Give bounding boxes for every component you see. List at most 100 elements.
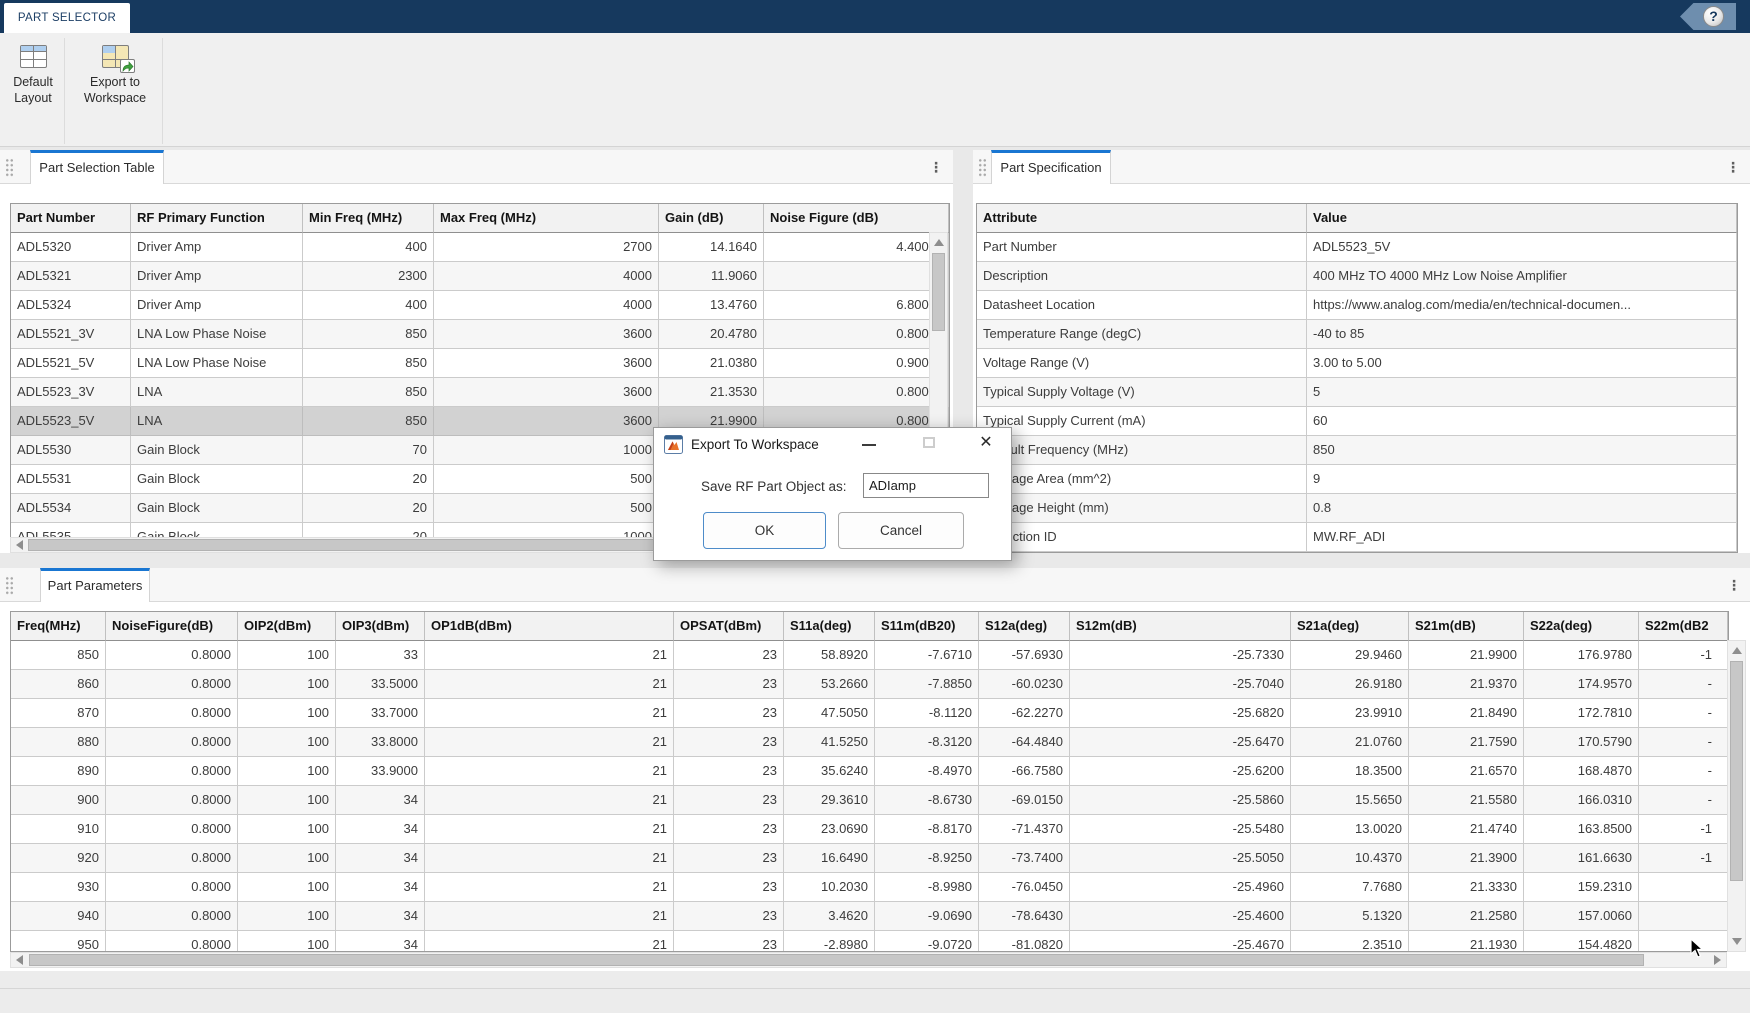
cell: 20 — [303, 494, 434, 523]
cell: -8.4970 — [875, 757, 979, 786]
table-row[interactable]: Temperature Range (degC)-40 to 85 — [977, 320, 1737, 349]
cell: 21.9900 — [1409, 641, 1524, 670]
cell: -7.8850 — [875, 670, 979, 699]
table-row[interactable]: 9200.800010034212316.6490-8.9250-73.7400… — [11, 844, 1728, 873]
table-row[interactable]: 9400.80001003421233.4620-9.0690-78.6430-… — [11, 902, 1728, 931]
table-row[interactable]: Description400 MHz TO 4000 MHz Low Noise… — [977, 262, 1737, 291]
default-layout-icon — [20, 45, 47, 68]
cell: 3.00 to 5.00 — [1307, 349, 1737, 378]
default-layout-button[interactable]: Default Layout — [4, 37, 62, 129]
table-row[interactable]: 8900.800010033.9000212335.6240-8.4970-66… — [11, 757, 1728, 786]
scrollbar-thumb[interactable] — [29, 954, 1644, 966]
cell: -8.3120 — [875, 728, 979, 757]
overflow-menu-icon[interactable]: ⋮ — [928, 158, 944, 176]
cell: 0.8000 — [106, 931, 238, 952]
part-parameters-panel: Part Parameters ⋮ Freq(MHz)NoiseFigure(d… — [0, 568, 1750, 971]
table-row[interactable]: 8800.800010033.8000212341.5250-8.3120-64… — [11, 728, 1728, 757]
minimize-icon[interactable] — [854, 428, 884, 458]
close-icon[interactable]: ✕ — [970, 428, 1002, 458]
scroll-up-icon[interactable] — [934, 239, 944, 246]
table-row[interactable]: ADL5321Driver Amp2300400011.9060 — [11, 262, 949, 291]
cell: 168.4870 — [1524, 757, 1639, 786]
cell: 13.0020 — [1291, 815, 1409, 844]
cell: 0.8000 — [106, 699, 238, 728]
table-row[interactable]: ADL5523_3VLNA850360021.35300.8000 — [11, 378, 949, 407]
scrollbar-thumb[interactable] — [28, 539, 708, 551]
cell: 21.5580 — [1409, 786, 1524, 815]
cell: 850 — [303, 378, 434, 407]
drag-grip-icon[interactable] — [978, 158, 987, 177]
table-row[interactable]: Datasheet Locationhttps://www.analog.com… — [977, 291, 1737, 320]
cell: 18.3500 — [1291, 757, 1409, 786]
table-row[interactable]: Collection IDMW.RF_ADI — [977, 523, 1737, 552]
cell: -25.6200 — [1070, 757, 1291, 786]
part-specification-tabbar: Part Specification ⋮ — [973, 150, 1750, 184]
table-row[interactable]: ADL5521_3VLNA Low Phase Noise850360020.4… — [11, 320, 949, 349]
params-horizontal-scrollbar[interactable] — [10, 952, 1727, 968]
cell: ADL5530 — [11, 436, 131, 465]
cell: 23 — [674, 873, 784, 902]
help-icon[interactable]: ? — [1703, 6, 1724, 27]
table-row[interactable]: Default Frequency (MHz)850 — [977, 436, 1737, 465]
table-row[interactable]: 9000.800010034212329.3610-8.6730-69.0150… — [11, 786, 1728, 815]
cell: 0.8000 — [106, 815, 238, 844]
cell: ADL5531 — [11, 465, 131, 494]
scrollbar-thumb[interactable] — [932, 253, 945, 331]
table-row[interactable]: 9500.8000100342123-2.8980-9.0720-81.0820… — [11, 931, 1728, 952]
ok-button[interactable]: OK — [703, 512, 826, 549]
drag-grip-icon[interactable] — [5, 576, 14, 595]
cell: ADL5523_3V — [11, 378, 131, 407]
overflow-menu-icon[interactable]: ⋮ — [1726, 576, 1742, 594]
cell: -60.0230 — [979, 670, 1070, 699]
cell: Datasheet Location — [977, 291, 1307, 320]
cell: 0.8000 — [106, 844, 238, 873]
tab-part-parameters[interactable]: Part Parameters — [40, 568, 150, 602]
cell: -69.0150 — [979, 786, 1070, 815]
table-row[interactable]: 9100.800010034212323.0690-8.8170-71.4370… — [11, 815, 1728, 844]
column-header: OPSAT(dBm) — [674, 612, 784, 641]
cell: 100 — [238, 815, 336, 844]
table-row[interactable]: ADL5320Driver Amp400270014.16404.4000 — [11, 233, 949, 262]
cell: 2700 — [434, 233, 659, 262]
cell: 159.2310 — [1524, 873, 1639, 902]
cell: - — [1639, 699, 1728, 728]
table-row[interactable]: Voltage Range (V)3.00 to 5.00 — [977, 349, 1737, 378]
cell: 15.5650 — [1291, 786, 1409, 815]
cell: 14.1640 — [659, 233, 764, 262]
scroll-right-icon[interactable] — [1714, 955, 1721, 965]
table-row[interactable]: Part NumberADL5523_5V — [977, 233, 1737, 262]
cell: -71.4370 — [979, 815, 1070, 844]
scroll-left-icon[interactable] — [16, 540, 23, 550]
cell: Temperature Range (degC) — [977, 320, 1307, 349]
scroll-up-icon[interactable] — [1732, 647, 1742, 654]
table-row[interactable]: 8700.800010033.7000212347.5050-8.1120-62… — [11, 699, 1728, 728]
drag-grip-icon[interactable] — [5, 158, 14, 177]
table-row[interactable]: Package Area (mm^2)9 — [977, 465, 1737, 494]
scroll-left-icon[interactable] — [16, 955, 23, 965]
scrollbar-thumb[interactable] — [1730, 661, 1743, 881]
cell: Description — [977, 262, 1307, 291]
table-row[interactable]: 8500.800010033212358.8920-7.6710-57.6930… — [11, 641, 1728, 670]
table-row[interactable]: 8600.800010033.5000212353.2660-7.8850-60… — [11, 670, 1728, 699]
table-row[interactable]: ADL5324Driver Amp400400013.47606.8000 — [11, 291, 949, 320]
column-header: S11a(deg) — [784, 612, 875, 641]
params-vertical-scrollbar[interactable] — [1727, 640, 1746, 952]
cell: -25.4600 — [1070, 902, 1291, 931]
table-row[interactable]: Typical Supply Current (mA)60 — [977, 407, 1737, 436]
scroll-down-icon[interactable] — [1732, 938, 1742, 945]
table-row[interactable]: ADL5521_5VLNA Low Phase Noise850360021.0… — [11, 349, 949, 378]
ribbon-tab-part-selector[interactable]: PART SELECTOR — [4, 3, 130, 33]
overflow-menu-icon[interactable]: ⋮ — [1725, 158, 1741, 176]
table-row[interactable]: Typical Supply Voltage (V)5 — [977, 378, 1737, 407]
tab-part-specification[interactable]: Part Specification — [991, 150, 1111, 184]
cell: 20 — [303, 465, 434, 494]
export-to-workspace-button[interactable]: Export to Workspace — [70, 37, 160, 129]
cell: 33.9000 — [336, 757, 425, 786]
table-row[interactable]: Package Height (mm)0.8 — [977, 494, 1737, 523]
variable-name-input[interactable] — [863, 473, 989, 498]
cancel-button[interactable]: Cancel — [838, 512, 964, 549]
table-row[interactable]: 9300.800010034212310.2030-8.9980-76.0450… — [11, 873, 1728, 902]
tab-part-selection-table[interactable]: Part Selection Table — [30, 150, 164, 184]
app-titlebar: PART SELECTOR ? — [0, 0, 1750, 33]
cell: 400 — [303, 233, 434, 262]
